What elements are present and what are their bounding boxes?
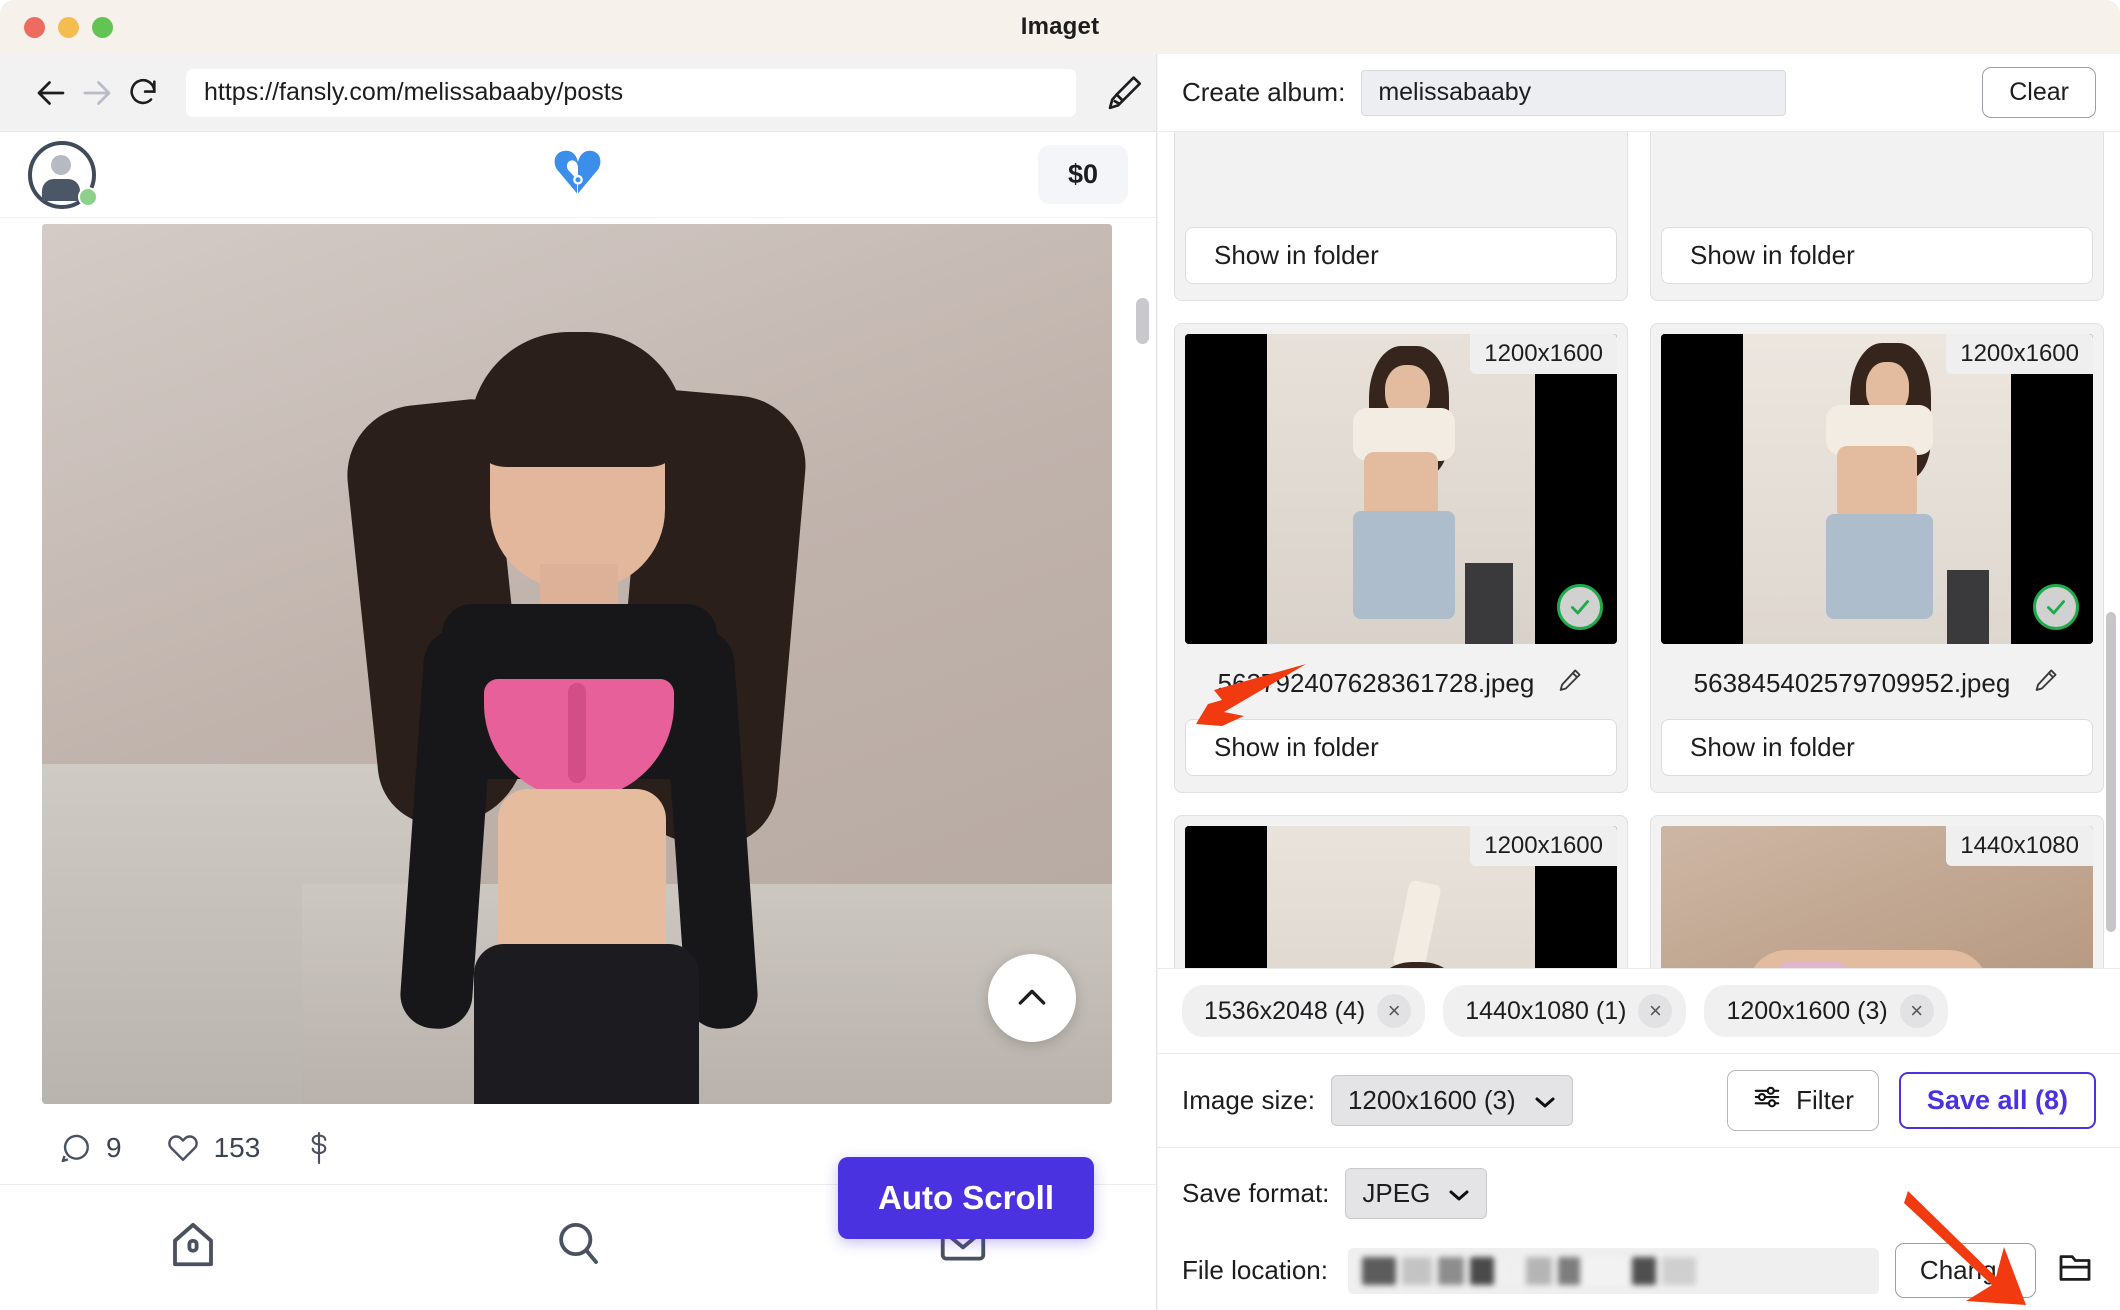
save-all-button[interactable]: Save all (8) (1898, 1072, 2096, 1129)
check-circle-icon[interactable] (2033, 584, 2079, 630)
image-size-row: Image size: 1200x1600 (3) Filter Save al… (1158, 1053, 2120, 1147)
file-location-label: File location: (1182, 1255, 1328, 1285)
image-size-select[interactable]: 1200x1600 (3) (1330, 1075, 1573, 1126)
filename-row: 563792407628361728.jpeg (1185, 666, 1617, 701)
search-icon (559, 1222, 598, 1264)
post-media[interactable] (0, 224, 1156, 1104)
resolution-badge: 1200x1600 (1470, 826, 1617, 866)
results-grid: Show in folder Show in folder 1200x1600 … (1174, 132, 2104, 968)
size-chip[interactable]: 1536x2048 (4) × (1182, 985, 1426, 1037)
back-button[interactable] (28, 70, 74, 116)
auto-scroll-button[interactable]: Auto Scroll (837, 1157, 1094, 1239)
url-text: https://fansly.com/melissabaaby/posts (204, 78, 624, 106)
table-row[interactable]: 1200x1600 563845402579709952.jpeg Show i… (1650, 323, 2104, 793)
title-bar: Imaget (0, 0, 2120, 54)
check-circle-icon[interactable] (1557, 584, 1603, 630)
show-in-folder-button[interactable]: Show in folder (1661, 719, 2093, 776)
brush-icon[interactable] (1092, 72, 1156, 114)
save-format-select[interactable]: JPEG (1345, 1168, 1488, 1219)
results-grid-area: Show in folder Show in folder 1200x1600 … (1158, 132, 2120, 968)
filename-label: 563845402579709952.jpeg (1693, 668, 2011, 698)
chevron-down-icon (1448, 1178, 1470, 1209)
result-thumbnail[interactable]: 1200x1600 (1185, 826, 1617, 968)
filter-button-label: Filter (1796, 1085, 1854, 1115)
browser-scrollbar[interactable] (1136, 298, 1149, 344)
forward-button[interactable] (74, 70, 120, 116)
browser-pane: https://fansly.com/melissabaaby/posts $0… (0, 54, 1157, 1310)
reload-button[interactable] (120, 70, 166, 116)
tip-stat[interactable] (304, 1130, 334, 1166)
table-row[interactable]: Show in folder (1174, 132, 1628, 301)
sliders-icon (1752, 1082, 1782, 1119)
result-thumbnail[interactable]: 1200x1600 (1185, 334, 1617, 644)
resolution-badge: 1200x1600 (1470, 334, 1617, 374)
online-status-dot (78, 186, 98, 207)
comment-count: 9 (106, 1132, 122, 1163)
like-stat[interactable]: 153 (166, 1131, 261, 1165)
size-chip-label: 1536x2048 (4) (1204, 996, 1366, 1025)
size-chip-label: 1440x1080 (1) (1465, 996, 1627, 1025)
album-row: Create album: melissabaaby Clear (1158, 54, 2120, 132)
result-thumbnail[interactable]: 1440x1080 (1661, 826, 2093, 968)
album-name-input[interactable]: melissabaaby (1361, 69, 1787, 116)
post-photo (42, 224, 1112, 1104)
avatar[interactable] (28, 140, 98, 209)
result-thumbnail[interactable]: 1200x1600 (1661, 334, 2093, 644)
open-folder-icon[interactable] (2054, 1247, 2096, 1294)
resolution-badge: 1200x1600 (1946, 334, 2093, 374)
redacted-path (1361, 1256, 1696, 1285)
comment-icon (61, 1134, 89, 1163)
save-format-row: Save format: JPEG (1158, 1147, 2120, 1231)
size-chip[interactable]: 1440x1080 (1) × (1443, 985, 1687, 1037)
app-window: Imaget https://fansly.com/melissabaaby/p… (0, 0, 2120, 1310)
scroll-to-top-button[interactable] (988, 954, 1076, 1042)
album-name-value: melissabaaby (1378, 78, 1532, 106)
filter-button[interactable]: Filter (1727, 1070, 1879, 1131)
pencil-icon[interactable] (2032, 666, 2060, 701)
album-label: Create album: (1182, 77, 1346, 107)
home-icon (172, 1222, 213, 1266)
chevron-down-icon (1534, 1085, 1556, 1116)
comment-stat[interactable]: 9 (58, 1131, 122, 1165)
results-scrollbar[interactable] (2106, 612, 2116, 932)
close-icon[interactable]: × (1899, 994, 1934, 1028)
dollar-sign-icon (311, 1131, 327, 1165)
table-row[interactable]: 1200x1600 563792407628361728.jpeg Show i… (1174, 323, 1628, 793)
site-bottom-nav: Auto Scroll (0, 1157, 1156, 1302)
nav-home[interactable] (0, 1217, 385, 1271)
table-row[interactable]: Show in folder (1650, 132, 2104, 301)
site-header: $0 (0, 132, 1156, 218)
pencil-icon[interactable] (1556, 666, 1584, 701)
address-bar[interactable]: https://fansly.com/melissabaaby/posts (186, 68, 1076, 117)
fansly-logo-icon[interactable] (547, 141, 609, 208)
show-in-folder-button[interactable]: Show in folder (1185, 719, 1617, 776)
browser-toolbar: https://fansly.com/melissabaaby/posts (0, 54, 1156, 132)
image-size-value: 1200x1600 (3) (1347, 1085, 1516, 1115)
file-location-row: File location: Change (1158, 1231, 2120, 1310)
heart-icon (167, 1135, 198, 1161)
filename-label: 563792407628361728.jpeg (1217, 668, 1535, 698)
size-filter-chips: 1536x2048 (4) × 1440x1080 (1) × 1200x160… (1158, 968, 2120, 1053)
clear-button[interactable]: Clear (1982, 67, 2096, 118)
filename-row: 563845402579709952.jpeg (1661, 666, 2093, 701)
save-format-label: Save format: (1182, 1178, 1330, 1208)
close-icon[interactable]: × (1638, 994, 1673, 1028)
change-location-button[interactable]: Change (1894, 1243, 2036, 1298)
size-chip[interactable]: 1200x1600 (3) × (1704, 985, 1948, 1037)
size-chip-label: 1200x1600 (3) (1726, 996, 1888, 1025)
save-format-value: JPEG (1362, 1178, 1431, 1208)
window-title: Imaget (1020, 13, 1100, 40)
show-in-folder-button[interactable]: Show in folder (1661, 227, 2093, 284)
balance-badge[interactable]: $0 (1037, 145, 1128, 204)
table-row[interactable]: 1440x1080 (1650, 815, 2104, 968)
image-size-label: Image size: (1182, 1085, 1315, 1115)
like-count: 153 (213, 1132, 261, 1163)
nav-search[interactable] (385, 1217, 770, 1271)
file-location-input[interactable] (1347, 1247, 1879, 1294)
show-in-folder-button[interactable]: Show in folder (1185, 227, 1617, 284)
table-row[interactable]: 1200x1600 (1174, 815, 1628, 968)
imaget-panel: Create album: melissabaaby Clear Show in… (1158, 54, 2120, 1310)
close-icon[interactable]: × (1377, 994, 1412, 1028)
resolution-badge: 1440x1080 (1946, 826, 2093, 866)
